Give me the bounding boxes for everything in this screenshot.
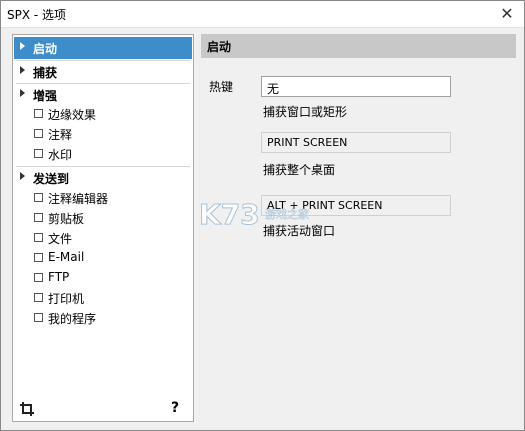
checkbox[interactable]: [34, 253, 43, 262]
nav-group-label: 捕获: [33, 66, 58, 80]
nav-item-label: 剪贴板: [48, 212, 85, 226]
checkbox[interactable]: [34, 149, 43, 158]
checkbox[interactable]: [34, 109, 43, 118]
nav-item-label: 我的程序: [48, 312, 97, 326]
close-button[interactable]: ✕: [496, 3, 518, 25]
capture-window-caption: 捕获窗口或矩形: [263, 105, 348, 119]
checkbox[interactable]: [34, 213, 43, 222]
checkbox[interactable]: [34, 313, 43, 322]
expand-arrow-icon: [20, 172, 25, 180]
checkbox[interactable]: [34, 129, 43, 138]
title-bar: SPX - 选项 ✕: [1, 1, 524, 28]
help-button[interactable]: ?: [167, 400, 183, 418]
nav-item-label: 注释: [48, 128, 73, 142]
nav-item-label: FTP: [48, 270, 70, 284]
options-nav-panel: 启动 捕获 增强 边缘效果 注释 水印 发送到 注释编辑器 剪贴板 文件 E-M…: [12, 34, 194, 422]
nav-group-startup[interactable]: 启动: [14, 37, 192, 59]
nav-item-label: E-Mail: [48, 250, 85, 264]
checkbox[interactable]: [34, 233, 43, 242]
checkbox[interactable]: [34, 193, 43, 202]
options-window: SPX - 选项 ✕ 启动 捕获 增强 边缘效果 注释 水印 发送到 注释编辑器…: [0, 0, 525, 431]
nav-item-label: 打印机: [48, 292, 85, 306]
nav-item-label: 水印: [48, 148, 73, 162]
expand-arrow-icon: [20, 89, 25, 97]
nav-item-label: 注释编辑器: [48, 192, 109, 206]
nav-item-label: 文件: [48, 232, 73, 246]
capture-desktop-caption: 捕获整个桌面: [263, 163, 336, 177]
hotkey-label: 热键: [209, 80, 234, 94]
nav-group-label: 启动: [33, 42, 58, 56]
crop-icon[interactable]: [19, 401, 35, 417]
hotkey-active-window-field[interactable]: ALT + PRINT SCREEN: [261, 195, 451, 216]
nav-group-send-to[interactable]: 发送到: [14, 167, 192, 189]
expand-arrow-icon: [20, 42, 25, 50]
nav-group-label: 发送到: [33, 172, 70, 186]
capture-active-window-caption: 捕获活动窗口: [263, 224, 336, 238]
checkbox[interactable]: [34, 273, 43, 282]
hotkey-window-field[interactable]: 无: [261, 76, 451, 97]
expand-arrow-icon: [20, 66, 25, 74]
nav-group-enhance[interactable]: 增强: [14, 84, 192, 106]
checkbox[interactable]: [34, 293, 43, 302]
nav-item-label: 边缘效果: [48, 108, 97, 122]
hotkey-desktop-field[interactable]: PRINT SCREEN: [261, 132, 451, 153]
options-content-panel: 启动 热键 无 捕获窗口或矩形 PRINT SCREEN 捕获整个桌面 ALT …: [201, 34, 516, 422]
nav-group-label: 增强: [33, 89, 58, 103]
window-title: SPX - 选项: [7, 8, 67, 22]
section-header: 启动: [201, 34, 516, 58]
nav-group-capture[interactable]: 捕获: [14, 61, 192, 83]
section-title: 启动: [207, 40, 232, 54]
